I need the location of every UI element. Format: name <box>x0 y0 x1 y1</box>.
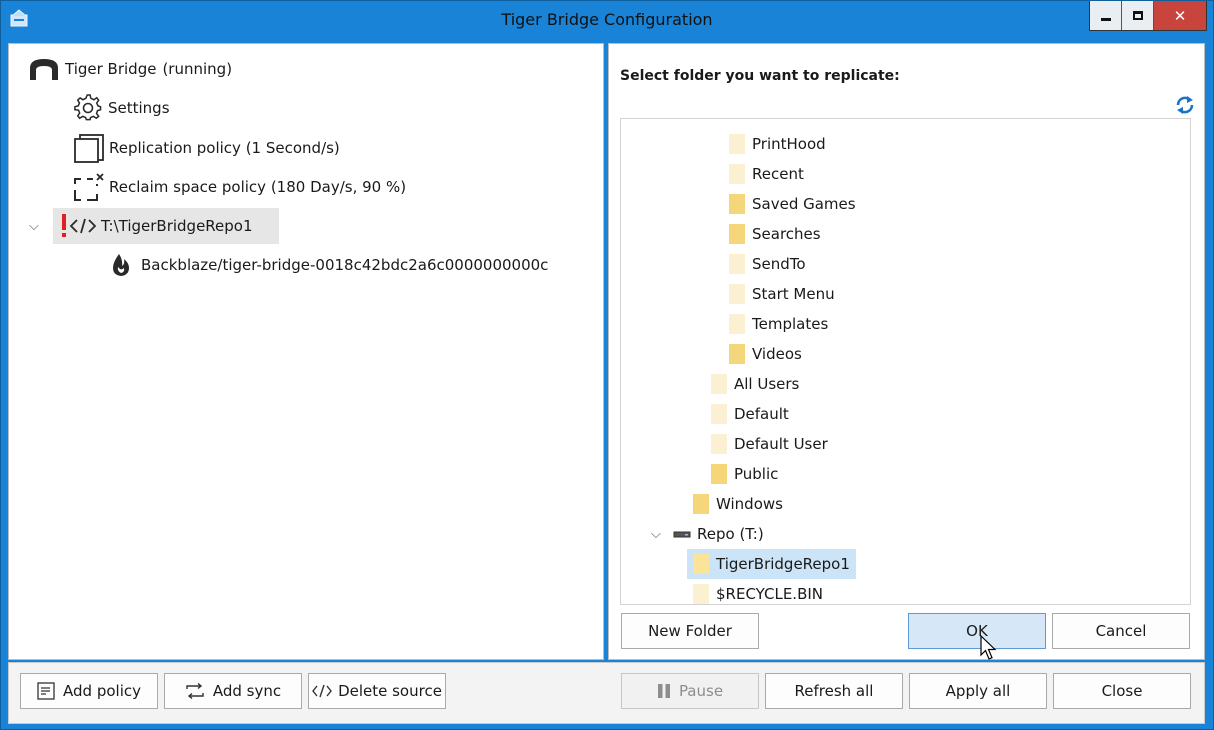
folder-item[interactable]: PrintHood <box>729 129 826 159</box>
folder-icon <box>729 254 745 274</box>
folder-item[interactable]: Default <box>711 399 789 429</box>
folder-item[interactable]: Saved Games <box>729 189 856 219</box>
folder-icon <box>711 374 727 394</box>
add-sync-label: Add sync <box>212 682 282 700</box>
config-tree-panel: Tiger Bridge (running) Settings Replicat… <box>8 43 604 660</box>
pause-icon <box>657 683 671 699</box>
tree-item-tiger-bridge[interactable]: Tiger Bridge (running) <box>28 51 232 87</box>
mouse-cursor-icon <box>980 635 997 660</box>
folder-icon <box>729 344 745 364</box>
reclaim-policy-label: Reclaim space policy (180 Day/s, 90 %) <box>109 178 407 196</box>
tiger-bridge-label: Tiger Bridge <box>65 60 157 78</box>
tree-item-reclaim-policy[interactable]: Reclaim space policy (180 Day/s, 90 %) <box>73 169 406 205</box>
folder-icon <box>711 434 727 454</box>
tiger-bridge-icon <box>30 59 58 80</box>
pause-button[interactable]: Pause <box>621 673 759 709</box>
minimize-button[interactable] <box>1090 1 1122 30</box>
warning-icon <box>62 214 66 237</box>
code-source-icon <box>69 218 97 234</box>
maximize-icon <box>1132 11 1143 20</box>
tree-item-source[interactable]: T:\TigerBridgeRepo1 <box>53 208 279 244</box>
folder-select-title: Select folder you want to replicate: <box>620 68 900 84</box>
target-label: Backblaze/tiger-bridge-0018c42bdc2a6c000… <box>141 256 549 274</box>
refresh-icon[interactable] <box>1174 94 1196 116</box>
tree-item-target[interactable]: Backblaze/tiger-bridge-0018c42bdc2a6c000… <box>110 247 548 283</box>
folder-item[interactable]: Recent <box>729 159 804 189</box>
bottom-toolbar: Add policy Add sync Delete source Pause … <box>8 662 1205 724</box>
window-title: Tiger Bridge Configuration <box>501 10 713 29</box>
folder-item[interactable]: Templates <box>729 309 828 339</box>
add-policy-label: Add policy <box>63 682 141 700</box>
tree-item-source-toggle[interactable]: ⌵ <box>29 208 43 244</box>
folder-item[interactable]: Searches <box>729 219 821 249</box>
cancel-button[interactable]: Cancel <box>1052 613 1190 649</box>
source-label: T:\TigerBridgeRepo1 <box>101 217 253 235</box>
settings-label: Settings <box>108 99 170 117</box>
add-policy-button[interactable]: Add policy <box>20 673 158 709</box>
app-window: Tiger Bridge Configuration ✕ Tiger Bridg… <box>0 0 1214 730</box>
folder-icon <box>711 464 727 484</box>
add-sync-button[interactable]: Add sync <box>164 673 302 709</box>
folder-icon <box>693 554 709 574</box>
status-running: (running) <box>162 60 233 78</box>
folder-icon <box>729 314 745 334</box>
new-folder-button[interactable]: New Folder <box>621 613 759 649</box>
code-source-icon <box>312 684 332 698</box>
window-controls: ✕ <box>1089 1 1207 31</box>
close-button[interactable]: Close <box>1053 673 1191 709</box>
folder-item[interactable]: All Users <box>711 369 799 399</box>
drive-icon <box>673 531 691 538</box>
close-icon: ✕ <box>1173 6 1187 25</box>
apply-all-button[interactable]: Apply all <box>909 673 1047 709</box>
reclaim-space-icon <box>74 173 104 201</box>
maximize-button[interactable] <box>1122 1 1154 30</box>
folder-icon <box>729 224 745 244</box>
close-window-button[interactable]: ✕ <box>1154 1 1206 30</box>
tree-item-replication-policy[interactable]: Replication policy (1 Second/s) <box>73 130 340 166</box>
minimize-icon <box>1100 18 1111 21</box>
refresh-all-button[interactable]: Refresh all <box>765 673 903 709</box>
folder-icon <box>693 494 709 514</box>
drive-item[interactable]: ⌵ Repo (T:) <box>651 519 764 549</box>
delete-source-label: Delete source <box>338 682 442 700</box>
ok-button[interactable]: OK <box>908 613 1046 649</box>
chevron-down-icon[interactable]: ⌵ <box>651 527 665 542</box>
folder-item[interactable]: Default User <box>711 429 828 459</box>
title-bar[interactable]: Tiger Bridge Configuration ✕ <box>1 1 1213 39</box>
policy-icon <box>37 682 55 700</box>
replication-policy-icon <box>74 134 104 163</box>
backblaze-flame-icon <box>113 254 129 276</box>
folder-select-panel: Select folder you want to replicate: Pri… <box>608 43 1205 660</box>
folder-icon <box>729 164 745 184</box>
folder-item[interactable]: $RECYCLE.BIN <box>693 579 823 604</box>
folder-item[interactable]: Start Menu <box>729 279 835 309</box>
folder-icon <box>711 404 727 424</box>
tree-item-settings[interactable]: Settings <box>73 90 170 126</box>
folder-item[interactable]: Public <box>711 459 778 489</box>
folder-icon <box>729 134 745 154</box>
folder-item[interactable]: Windows <box>693 489 783 519</box>
folder-item[interactable]: Videos <box>729 339 802 369</box>
pause-label: Pause <box>678 682 724 700</box>
folder-icon <box>729 194 745 214</box>
folder-item[interactable]: SendTo <box>729 249 806 279</box>
gear-icon <box>74 94 102 121</box>
folder-tree[interactable]: PrintHood Recent Saved Games Searches Se… <box>620 118 1191 605</box>
sync-icon <box>185 683 205 699</box>
replication-policy-label: Replication policy (1 Second/s) <box>109 139 340 157</box>
folder-icon <box>729 284 745 304</box>
delete-source-button[interactable]: Delete source <box>308 673 446 709</box>
folder-item-selected[interactable]: TigerBridgeRepo1 <box>687 549 856 579</box>
folder-icon <box>693 584 709 604</box>
chevron-down-icon[interactable]: ⌵ <box>29 219 43 234</box>
